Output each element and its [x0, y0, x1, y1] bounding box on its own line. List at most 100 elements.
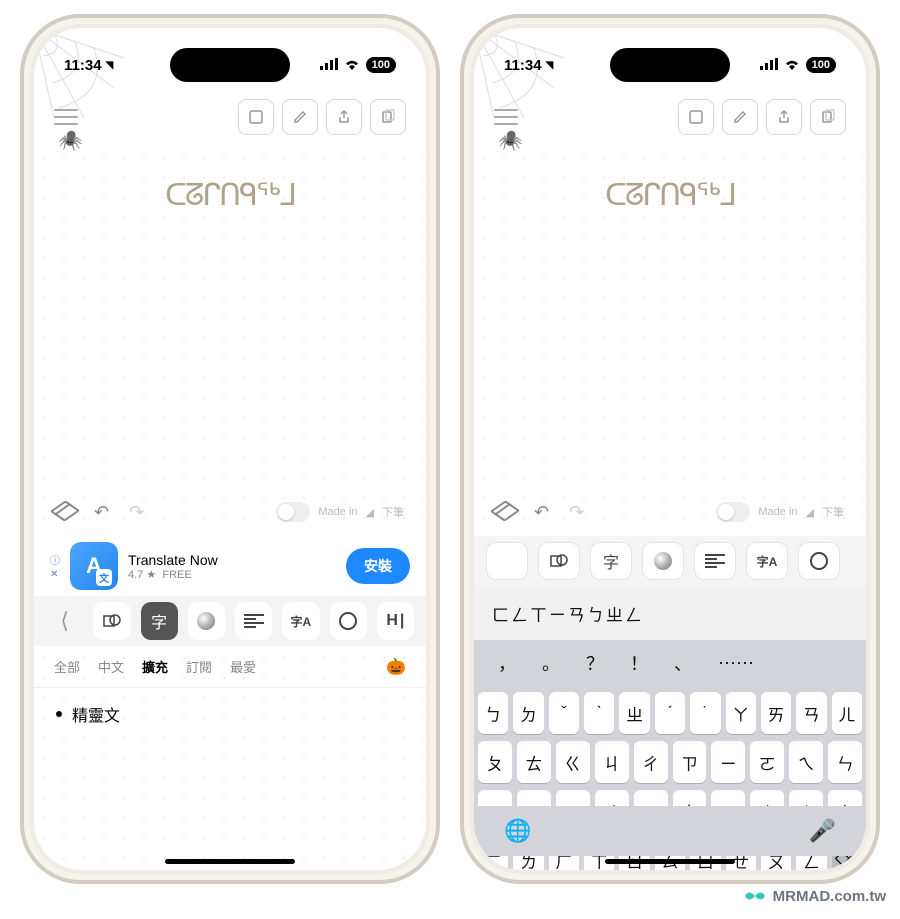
made-in-app: 下筆 — [822, 504, 844, 520]
undo-button[interactable]: ↶ — [534, 502, 549, 523]
select-tool-button[interactable] — [238, 99, 274, 135]
edit-tool-button[interactable] — [282, 99, 318, 135]
sugg-2[interactable]: ？ — [586, 650, 604, 676]
menu-icon[interactable] — [494, 109, 518, 125]
sample-text: ᑕᘔᒋᑎᑫᖅᒧ — [34, 178, 426, 213]
home-indicator[interactable] — [605, 859, 735, 864]
undo-button[interactable]: ↶ — [94, 502, 109, 523]
menu-icon[interactable] — [54, 109, 78, 125]
candidate-text: ㄈㄥㄒㄧㄢㄅㄓㄥ — [492, 601, 644, 626]
candidate-bar[interactable]: ㄈㄥㄒㄧㄢㄅㄓㄥ — [474, 586, 866, 640]
key-ㄞ[interactable]: ㄞ — [761, 692, 791, 734]
key-ㄓ[interactable]: ㄓ — [619, 692, 649, 734]
tool-keyboard-active[interactable] — [486, 542, 528, 580]
share-button[interactable] — [326, 99, 362, 135]
tool-color[interactable] — [642, 542, 684, 580]
made-in-toggle[interactable] — [276, 502, 310, 522]
key-ㄚ[interactable]: ㄚ — [726, 692, 756, 734]
key-ˋ[interactable]: ˋ — [584, 692, 614, 734]
font-item-label[interactable]: 精靈文 — [72, 702, 120, 726]
sugg-1[interactable]: 。 — [542, 650, 560, 676]
dynamic-island — [170, 48, 290, 82]
tool-circle[interactable] — [330, 602, 367, 640]
phone-right: 11:34 ◥ 100 🕷️ — [460, 14, 880, 884]
copy-button[interactable] — [810, 99, 846, 135]
home-indicator[interactable] — [165, 859, 295, 864]
tool-align[interactable] — [235, 602, 272, 640]
key-ㄅ[interactable]: ㄅ — [478, 692, 508, 734]
tool-color[interactable] — [188, 602, 225, 640]
sugg-3[interactable]: ！ — [630, 650, 648, 676]
key-ㄆ[interactable]: ㄆ — [478, 741, 512, 783]
ad-close-icon[interactable]: ✕ — [50, 569, 60, 580]
sugg-4[interactable]: 、 — [674, 650, 692, 676]
watermark: MRMAD.com.tw — [743, 887, 886, 905]
location-icon: ◥ — [546, 60, 554, 71]
key-ㄔ[interactable]: ㄔ — [634, 741, 668, 783]
key-ㄐ[interactable]: ㄐ — [595, 741, 629, 783]
select-tool-button[interactable] — [678, 99, 714, 135]
made-in-label: Made in — [758, 506, 797, 518]
sample-text: ᑕᘔᒋᑎᑫᖅᒧ — [474, 178, 866, 213]
made-in-label: Made in — [318, 506, 357, 518]
made-in-pen-icon: ◢ — [806, 506, 814, 519]
ad-app-icon: A 文 — [70, 542, 118, 590]
location-icon: ◥ — [106, 60, 114, 71]
font-active-dot — [56, 711, 62, 717]
key-ˇ[interactable]: ˇ — [549, 692, 579, 734]
made-in-pen-icon: ◢ — [366, 506, 374, 519]
font-tab-expand[interactable]: 擴充 — [142, 657, 168, 676]
key-ㄉ[interactable]: ㄉ — [513, 692, 543, 734]
key-ˊ[interactable]: ˊ — [655, 692, 685, 734]
font-tab-fav[interactable]: 最愛 — [230, 657, 256, 676]
font-tab-zh[interactable]: 中文 — [98, 657, 124, 676]
tool-text[interactable]: 字 — [590, 542, 632, 580]
key-ㄊ[interactable]: ㄊ — [517, 741, 551, 783]
pumpkin-icon[interactable]: 🎃 — [386, 657, 406, 677]
copy-button[interactable] — [370, 99, 406, 135]
tool-circle[interactable] — [798, 542, 840, 580]
font-tab-all[interactable]: 全部 — [54, 657, 80, 676]
tool-shape[interactable] — [93, 602, 130, 640]
tool-shape[interactable] — [538, 542, 580, 580]
sugg-0[interactable]: ， — [498, 650, 516, 676]
battery-pill: 100 — [366, 57, 396, 73]
tool-mixed[interactable]: 字A — [746, 542, 788, 580]
status-time: 11:34 — [504, 57, 542, 74]
key-ㄗ[interactable]: ㄗ — [673, 741, 707, 783]
globe-icon[interactable]: 🌐 — [504, 818, 531, 844]
edit-tool-button[interactable] — [722, 99, 758, 135]
made-in-toggle[interactable] — [716, 502, 750, 522]
key-ㄣ[interactable]: ㄣ — [828, 741, 862, 783]
phone-left: 11:34 ◥ 100 🕷️ — [20, 14, 440, 884]
key-ㄧ[interactable]: ㄧ — [711, 741, 745, 783]
tool-text-active[interactable]: 字 — [141, 602, 178, 640]
eraser-tool[interactable] — [50, 500, 80, 521]
tool-h[interactable]: H| — [377, 602, 414, 640]
key-ㄍ[interactable]: ㄍ — [556, 741, 590, 783]
key-˙[interactable]: ˙ — [690, 692, 720, 734]
tool-scroll-left[interactable]: ⟨ — [46, 602, 83, 640]
key-ㄦ[interactable]: ㄦ — [832, 692, 862, 734]
sugg-5[interactable]: ⋯⋯ — [718, 653, 754, 674]
key-ㄛ[interactable]: ㄛ — [750, 741, 784, 783]
install-button[interactable]: 安裝 — [346, 548, 410, 584]
key-ㄢ[interactable]: ㄢ — [796, 692, 826, 734]
key-ㄟ[interactable]: ㄟ — [789, 741, 823, 783]
wifi-icon — [784, 57, 800, 73]
ad-banner[interactable]: ⓘ ✕ A 文 Translate Now 4.7 ★ FREE 安裝 — [34, 536, 426, 596]
mic-icon[interactable]: 🎤 — [809, 818, 836, 844]
battery-pill: 100 — [806, 57, 836, 73]
wifi-icon — [344, 57, 360, 73]
ad-info-icon[interactable]: ⓘ — [50, 552, 60, 567]
eraser-tool[interactable] — [490, 500, 520, 521]
status-time: 11:34 — [64, 57, 102, 74]
redo-button[interactable]: ↷ — [569, 502, 584, 523]
redo-button[interactable]: ↷ — [129, 502, 144, 523]
ad-title: Translate Now — [128, 552, 336, 568]
tool-mixed[interactable]: 字A — [282, 602, 319, 640]
tool-align[interactable] — [694, 542, 736, 580]
font-tab-sub[interactable]: 訂閱 — [186, 657, 212, 676]
share-button[interactable] — [766, 99, 802, 135]
cellular-icon — [760, 57, 778, 73]
